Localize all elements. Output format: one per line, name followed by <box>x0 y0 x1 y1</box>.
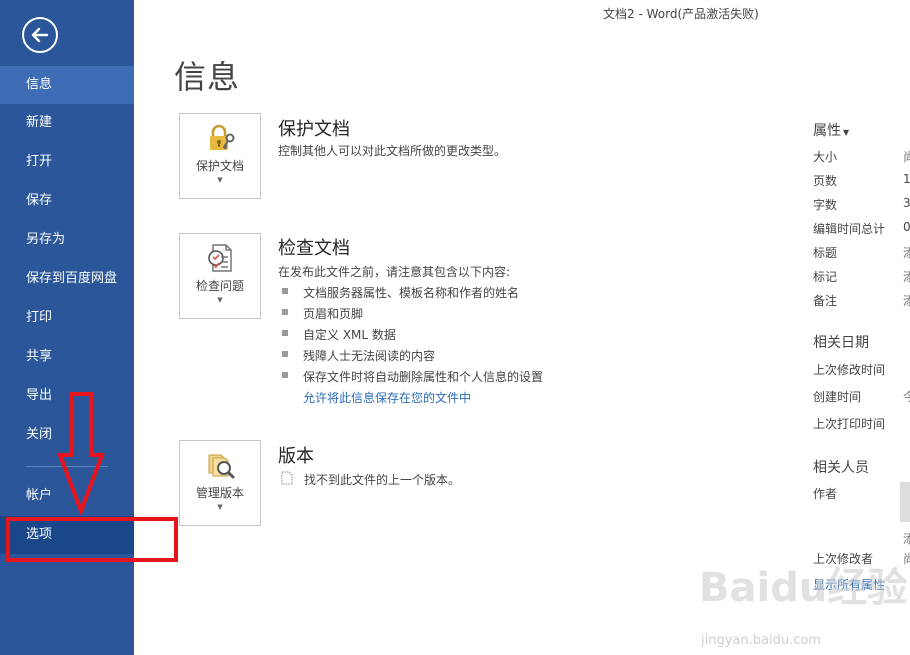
prop-value-created: 今 <box>903 390 910 404</box>
prop-label-words: 字数 <box>813 198 838 212</box>
prop-label-author: 作者 <box>813 487 838 501</box>
prop-label-created: 创建时间 <box>813 390 862 404</box>
allow-save-info-link[interactable]: 允许将此信息保存在您的文件中 <box>303 389 471 406</box>
protect-document-label: 保护文档 <box>195 159 244 173</box>
nav-item-open[interactable]: 打开 <box>0 143 134 181</box>
prop-value-author[interactable]: 添 <box>903 530 910 547</box>
protect-section-desc: 控制其他人可以对此文档所做的更改类型。 <box>278 144 507 158</box>
caret-down-icon: ▼ <box>217 503 223 511</box>
nav-item-new[interactable]: 新建 <box>0 104 134 142</box>
nav-item-share[interactable]: 共享 <box>0 338 134 376</box>
inspect-bullet: 自定义 XML 数据 <box>282 326 396 343</box>
caret-down-icon: ▼ <box>217 176 223 184</box>
lock-key-icon <box>210 124 235 150</box>
caret-down-icon: ▼ <box>217 296 223 304</box>
inspect-bullet-text: 文档服务器属性、模板名称和作者的姓名 <box>303 286 520 300</box>
document-page-icon <box>281 471 293 485</box>
prop-value-size: 尚 <box>903 150 910 164</box>
prop-value-words: 3 <box>903 196 910 210</box>
inspect-document-icon <box>208 244 232 272</box>
manage-versions-button[interactable]: 管理版本 ▼ <box>179 440 261 526</box>
check-for-issues-label: 检查问题 <box>195 279 244 293</box>
manage-versions-icon <box>208 454 235 479</box>
inspect-bullet: 文档服务器属性、模板名称和作者的姓名 <box>282 284 519 301</box>
prop-label-comments: 备注 <box>813 294 838 308</box>
check-for-issues-button[interactable]: 检查问题 ▼ <box>179 233 261 319</box>
back-arrow-icon <box>31 27 49 43</box>
author-avatar <box>900 482 910 522</box>
prop-label-last-modified: 上次修改时间 <box>813 363 886 377</box>
prop-label-title: 标题 <box>813 246 838 260</box>
prop-label-edit-time: 编辑时间总计 <box>813 222 886 236</box>
prop-value-comments[interactable]: 添 <box>903 292 910 309</box>
options-highlight-annotation <box>6 517 178 562</box>
manage-versions-label: 管理版本 <box>195 486 244 500</box>
nav-item-print[interactable]: 打印 <box>0 299 134 337</box>
prop-value-title[interactable]: 添 <box>903 244 910 261</box>
inspect-bullet-text: 残障人士无法阅读的内容 <box>303 349 436 363</box>
nav-item-info[interactable]: 信息 <box>0 66 134 104</box>
inspect-section-desc: 在发布此文件之前，请注意其包含以下内容: <box>278 265 511 279</box>
prop-value-edit-time: 0 <box>903 220 910 234</box>
prop-value-tags[interactable]: 添 <box>903 268 910 285</box>
window-title: 文档2 - Word(产品激活失败) <box>603 7 759 21</box>
back-button[interactable] <box>22 17 58 53</box>
protect-section-title: 保护文档 <box>278 119 350 140</box>
inspect-bullet-text: 自定义 XML 数据 <box>303 328 396 342</box>
caret-down-icon: ▼ <box>843 128 850 137</box>
nav-item-save[interactable]: 保存 <box>0 182 134 220</box>
prop-label-size: 大小 <box>813 150 838 164</box>
versions-section-desc: 找不到此文件的上一个版本。 <box>304 473 461 487</box>
inspect-bullet: 残障人士无法阅读的内容 <box>282 347 435 364</box>
inspect-bullet: 保存文件时将自动删除属性和个人信息的设置 <box>282 368 543 385</box>
prop-label-last-printed: 上次打印时间 <box>813 417 886 431</box>
protect-document-button[interactable]: 保护文档 ▼ <box>179 113 261 199</box>
properties-dropdown[interactable]: 属性 ▼ <box>813 120 849 140</box>
down-arrow-annotation-icon <box>57 392 105 515</box>
related-people-header: 相关人员 <box>813 460 869 476</box>
inspect-bullet-text: 页眉和页脚 <box>303 307 364 321</box>
page-title: 信息 <box>174 58 241 96</box>
properties-header: 属性 <box>813 123 841 139</box>
inspect-section-title: 检查文档 <box>278 238 350 259</box>
watermark-url: jingyan.baidu.com <box>701 633 821 648</box>
watermark-logo-text: Baidu经验 <box>699 565 908 611</box>
inspect-bullet: 页眉和页脚 <box>282 305 363 322</box>
versions-section-title: 版本 <box>278 446 314 467</box>
nav-item-save-to-baidu-pan[interactable]: 保存到百度网盘 <box>0 260 134 298</box>
prop-label-tags: 标记 <box>813 270 838 284</box>
inspect-bullet-text: 保存文件时将自动删除属性和个人信息的设置 <box>303 370 544 384</box>
related-dates-header: 相关日期 <box>813 335 869 351</box>
nav-item-save-as[interactable]: 另存为 <box>0 221 134 259</box>
baidu-jingyan-watermark: Baidu经验 jingyan.baidu.com <box>695 553 910 655</box>
prop-value-pages: 1 <box>903 172 910 186</box>
prop-label-pages: 页数 <box>813 174 838 188</box>
